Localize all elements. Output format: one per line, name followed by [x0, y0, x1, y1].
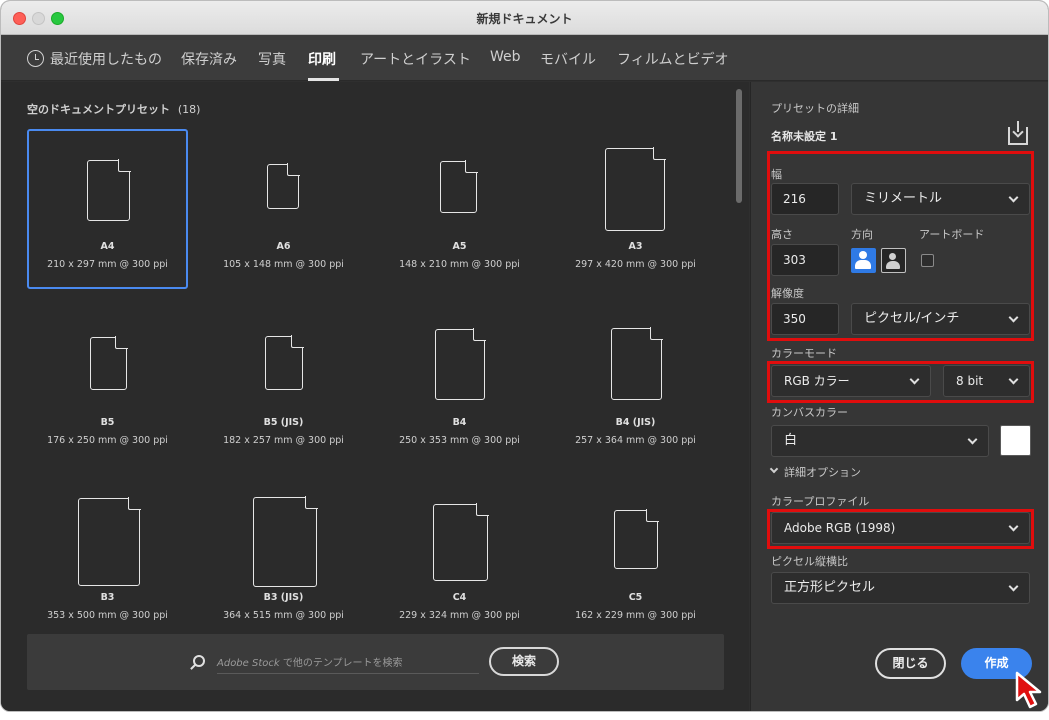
preset-size: 148 x 210 mm @ 300 ppi — [399, 259, 520, 270]
presets-scrollbar[interactable] — [736, 89, 742, 203]
advanced-options-toggle[interactable]: 詳細オプション — [784, 464, 861, 480]
document-icon — [611, 327, 663, 400]
preset-name: B5 — [100, 417, 115, 428]
document-icon — [605, 147, 666, 231]
window-title: 新規ドキュメント — [476, 12, 573, 26]
preset-size: 105 x 148 mm @ 300 ppi — [223, 259, 344, 270]
preset-size: 257 x 364 mm @ 300 ppi — [575, 435, 696, 446]
document-icon — [267, 163, 300, 209]
preset-b5-jis[interactable]: B5 (JIS) 182 x 257 mm @ 300 ppi — [203, 307, 364, 467]
preset-size: 176 x 250 mm @ 300 ppi — [47, 435, 168, 446]
tab-saved[interactable]: 保存済み — [181, 49, 237, 69]
active-tab-indicator — [308, 78, 339, 81]
chevron-down-icon — [769, 464, 779, 474]
preset-name: B4 — [452, 417, 467, 428]
search-button[interactable]: 検索 — [489, 647, 559, 676]
preset-b5[interactable]: B5 176 x 250 mm @ 300 ppi — [27, 307, 188, 467]
pixel-aspect-value: 正方形ピクセル — [784, 580, 876, 595]
document-icon — [440, 160, 478, 213]
preset-b3-jis[interactable]: B3 (JIS) 364 x 515 mm @ 300 ppi — [203, 482, 364, 642]
preset-size: 182 x 257 mm @ 300 ppi — [223, 435, 344, 446]
presets-panel: 空のドキュメントプリセット (18) A4 210 x 297 mm @ 300… — [1, 82, 749, 711]
new-document-dialog: 新規ドキュメント 最近使用したもの 保存済み 写真 印刷 アートとイラスト We… — [0, 0, 1049, 712]
pixel-aspect-select[interactable]: 正方形ピクセル — [771, 572, 1030, 604]
document-icon — [90, 336, 128, 390]
canvas-color-swatch[interactable] — [1000, 425, 1031, 456]
color-mode-label: カラーモード — [771, 347, 837, 360]
canvas-color-select[interactable]: 白 — [771, 425, 989, 457]
category-tabs: 最近使用したもの 保存済み 写真 印刷 アートとイラスト Web モバイル フィ… — [1, 35, 1048, 81]
highlight-box-color-mode — [767, 361, 1034, 403]
preset-name: C4 — [452, 592, 467, 603]
save-preset-icon[interactable] — [1008, 121, 1028, 145]
pixel-aspect-label: ピクセル縦横比 — [771, 555, 848, 568]
clock-icon — [27, 50, 44, 67]
document-icon — [87, 159, 131, 221]
preset-a5[interactable]: A5 148 x 210 mm @ 300 ppi — [379, 129, 540, 289]
canvas-color-value: 白 — [784, 433, 798, 448]
preset-size: 364 x 515 mm @ 300 ppi — [223, 610, 344, 621]
preset-size: 229 x 324 mm @ 300 ppi — [399, 610, 520, 621]
preset-a4[interactable]: A4 210 x 297 mm @ 300 ppi — [27, 129, 188, 289]
chevron-down-icon — [1008, 581, 1019, 592]
preset-details-panel: プリセットの詳細 名称未設定 1 幅 216 ミリメートル 高さ 方向 アートボ… — [750, 82, 1048, 711]
presets-title: 空のドキュメントプリセット — [27, 103, 170, 116]
search-placeholder-text: で他のテンプレートを検索 — [279, 658, 403, 669]
presets-heading: 空のドキュメントプリセット (18) — [27, 101, 200, 117]
preset-size: 297 x 420 mm @ 300 ppi — [575, 259, 696, 270]
document-icon — [78, 497, 141, 586]
preset-c4[interactable]: C4 229 x 324 mm @ 300 ppi — [379, 482, 540, 642]
tab-photo[interactable]: 写真 — [258, 49, 286, 69]
preset-a3[interactable]: A3 297 x 420 mm @ 300 ppi — [555, 129, 716, 289]
tab-recent[interactable]: 最近使用したもの — [50, 49, 162, 69]
search-icon — [193, 655, 205, 667]
document-icon — [614, 509, 659, 569]
presets-count: (18) — [177, 103, 201, 116]
preset-name: B4 (JIS) — [615, 417, 656, 428]
preset-size: 210 x 297 mm @ 300 ppi — [47, 259, 168, 270]
preset-name: B3 (JIS) — [263, 592, 304, 603]
preset-b4-jis[interactable]: B4 (JIS) 257 x 364 mm @ 300 ppi — [555, 307, 716, 467]
preset-name: A4 — [100, 241, 115, 252]
document-icon — [433, 503, 489, 581]
preset-size: 353 x 500 mm @ 300 ppi — [47, 610, 168, 621]
document-name[interactable]: 名称未設定 1 — [771, 128, 837, 144]
template-search-input[interactable]: Adobe Stock で他のテンプレートを検索 — [217, 654, 479, 674]
preset-name: B3 — [100, 592, 115, 603]
color-profile-label: カラープロファイル — [771, 495, 870, 508]
preset-name: B5 (JIS) — [263, 417, 304, 428]
preset-size: 250 x 353 mm @ 300 ppi — [399, 435, 520, 446]
preset-name: A6 — [276, 241, 291, 252]
tab-web[interactable]: Web — [490, 49, 521, 65]
canvas-color-label: カンバスカラー — [771, 406, 848, 419]
preset-c5[interactable]: C5 162 x 229 mm @ 300 ppi — [555, 482, 716, 642]
preset-name: A3 — [628, 241, 643, 252]
tab-mobile[interactable]: モバイル — [540, 49, 596, 69]
preset-a6[interactable]: A6 105 x 148 mm @ 300 ppi — [203, 129, 364, 289]
tab-print[interactable]: 印刷 — [308, 49, 336, 69]
document-icon — [253, 496, 318, 587]
preset-b4[interactable]: B4 250 x 353 mm @ 300 ppi — [379, 307, 540, 467]
close-button[interactable]: 閉じる — [875, 648, 946, 679]
template-search-bar: Adobe Stock で他のテンプレートを検索 検索 — [27, 634, 724, 690]
tab-film-video[interactable]: フィルムとビデオ — [617, 49, 728, 69]
details-header: プリセットの詳細 — [771, 102, 859, 115]
mouse-pointer-icon — [1015, 671, 1042, 709]
preset-b3[interactable]: B3 353 x 500 mm @ 300 ppi — [27, 482, 188, 642]
title-bar: 新規ドキュメント — [1, 1, 1048, 35]
search-placeholder-brand: Adobe Stock — [217, 658, 280, 669]
document-icon — [435, 328, 486, 400]
preset-size: 162 x 229 mm @ 300 ppi — [575, 610, 696, 621]
tab-art-illustration[interactable]: アートとイラスト — [360, 49, 471, 69]
highlight-box-dimensions — [767, 151, 1034, 341]
chevron-down-icon — [967, 434, 978, 445]
document-icon — [265, 335, 304, 390]
preset-name: C5 — [628, 592, 643, 603]
highlight-box-profile — [767, 509, 1034, 549]
preset-name: A5 — [452, 241, 467, 252]
